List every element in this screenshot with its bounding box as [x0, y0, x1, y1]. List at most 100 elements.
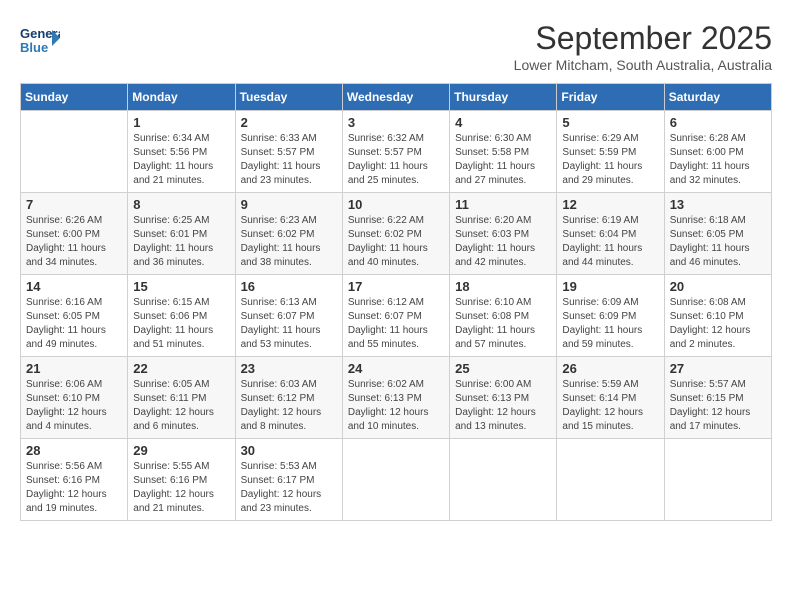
calendar-cell: 27 Sunrise: 5:57 AM Sunset: 6:15 PM Dayli…: [664, 357, 771, 439]
day-info: Sunrise: 6:22 AM Sunset: 6:02 PM Dayligh…: [348, 214, 444, 270]
col-header-monday: Monday: [128, 84, 235, 111]
calendar-cell: 26 Sunrise: 5:59 AM Sunset: 6:14 PM Dayli…: [557, 357, 664, 439]
day-number: 25: [455, 361, 551, 376]
day-number: 23: [241, 361, 337, 376]
day-number: 26: [562, 361, 658, 376]
calendar-cell: 14 Sunrise: 6:16 AM Sunset: 6:05 PM Dayli…: [21, 275, 128, 357]
col-header-sunday: Sunday: [21, 84, 128, 111]
day-info: Sunrise: 5:56 AM Sunset: 6:16 PM Dayligh…: [26, 460, 122, 516]
calendar-cell: 1 Sunrise: 6:34 AM Sunset: 5:56 PM Daylig…: [128, 111, 235, 193]
day-info: Sunrise: 5:55 AM Sunset: 6:16 PM Dayligh…: [133, 460, 229, 516]
day-info: Sunrise: 6:32 AM Sunset: 5:57 PM Dayligh…: [348, 132, 444, 188]
day-number: 1: [133, 115, 229, 130]
day-info: Sunrise: 6:28 AM Sunset: 6:00 PM Dayligh…: [670, 132, 766, 188]
col-header-tuesday: Tuesday: [235, 84, 342, 111]
day-info: Sunrise: 6:30 AM Sunset: 5:58 PM Dayligh…: [455, 132, 551, 188]
day-info: Sunrise: 6:05 AM Sunset: 6:11 PM Dayligh…: [133, 378, 229, 434]
day-info: Sunrise: 6:13 AM Sunset: 6:07 PM Dayligh…: [241, 296, 337, 352]
calendar-cell: 10 Sunrise: 6:22 AM Sunset: 6:02 PM Dayli…: [342, 193, 449, 275]
calendar-cell: 28 Sunrise: 5:56 AM Sunset: 6:16 PM Dayli…: [21, 439, 128, 521]
day-number: 7: [26, 197, 122, 212]
day-number: 16: [241, 279, 337, 294]
calendar-cell: 3 Sunrise: 6:32 AM Sunset: 5:57 PM Daylig…: [342, 111, 449, 193]
day-number: 5: [562, 115, 658, 130]
day-info: Sunrise: 6:20 AM Sunset: 6:03 PM Dayligh…: [455, 214, 551, 270]
day-number: 27: [670, 361, 766, 376]
calendar-cell: 7 Sunrise: 6:26 AM Sunset: 6:00 PM Daylig…: [21, 193, 128, 275]
calendar-cell: [664, 439, 771, 521]
day-info: Sunrise: 6:09 AM Sunset: 6:09 PM Dayligh…: [562, 296, 658, 352]
month-title: September 2025: [514, 20, 772, 57]
calendar-cell: 12 Sunrise: 6:19 AM Sunset: 6:04 PM Dayli…: [557, 193, 664, 275]
day-info: Sunrise: 6:12 AM Sunset: 6:07 PM Dayligh…: [348, 296, 444, 352]
day-info: Sunrise: 6:00 AM Sunset: 6:13 PM Dayligh…: [455, 378, 551, 434]
calendar-cell: 2 Sunrise: 6:33 AM Sunset: 5:57 PM Daylig…: [235, 111, 342, 193]
day-info: Sunrise: 5:53 AM Sunset: 6:17 PM Dayligh…: [241, 460, 337, 516]
day-info: Sunrise: 6:02 AM Sunset: 6:13 PM Dayligh…: [348, 378, 444, 434]
day-info: Sunrise: 6:19 AM Sunset: 6:04 PM Dayligh…: [562, 214, 658, 270]
col-header-thursday: Thursday: [450, 84, 557, 111]
calendar-cell: [21, 111, 128, 193]
day-info: Sunrise: 6:33 AM Sunset: 5:57 PM Dayligh…: [241, 132, 337, 188]
day-number: 15: [133, 279, 229, 294]
day-info: Sunrise: 6:23 AM Sunset: 6:02 PM Dayligh…: [241, 214, 337, 270]
calendar-cell: 19 Sunrise: 6:09 AM Sunset: 6:09 PM Dayli…: [557, 275, 664, 357]
calendar-cell: 15 Sunrise: 6:15 AM Sunset: 6:06 PM Dayli…: [128, 275, 235, 357]
day-info: Sunrise: 6:34 AM Sunset: 5:56 PM Dayligh…: [133, 132, 229, 188]
calendar-table: SundayMondayTuesdayWednesdayThursdayFrid…: [20, 83, 772, 521]
col-header-wednesday: Wednesday: [342, 84, 449, 111]
calendar-cell: 29 Sunrise: 5:55 AM Sunset: 6:16 PM Dayli…: [128, 439, 235, 521]
calendar-cell: 4 Sunrise: 6:30 AM Sunset: 5:58 PM Daylig…: [450, 111, 557, 193]
day-number: 28: [26, 443, 122, 458]
day-number: 13: [670, 197, 766, 212]
day-number: 22: [133, 361, 229, 376]
day-number: 20: [670, 279, 766, 294]
calendar-cell: 17Sunrise: 6:12 AM Sunset: 6:07 PM Dayli…: [342, 275, 449, 357]
day-number: 29: [133, 443, 229, 458]
calendar-cell: 20Sunrise: 6:08 AM Sunset: 6:10 PM Dayli…: [664, 275, 771, 357]
day-number: 3: [348, 115, 444, 130]
calendar-cell: 23Sunrise: 6:03 AM Sunset: 6:12 PM Dayli…: [235, 357, 342, 439]
day-number: 11: [455, 197, 551, 212]
day-number: 18: [455, 279, 551, 294]
day-info: Sunrise: 6:25 AM Sunset: 6:01 PM Dayligh…: [133, 214, 229, 270]
svg-text:Blue: Blue: [20, 40, 48, 55]
calendar-cell: [342, 439, 449, 521]
day-number: 8: [133, 197, 229, 212]
day-number: 9: [241, 197, 337, 212]
title-block: September 2025 Lower Mitcham, South Aust…: [514, 20, 772, 73]
day-number: 19: [562, 279, 658, 294]
location-subtitle: Lower Mitcham, South Australia, Australi…: [514, 57, 772, 73]
calendar-cell: 24Sunrise: 6:02 AM Sunset: 6:13 PM Dayli…: [342, 357, 449, 439]
day-number: 4: [455, 115, 551, 130]
calendar-cell: [450, 439, 557, 521]
calendar-cell: 6 Sunrise: 6:28 AM Sunset: 6:00 PM Daylig…: [664, 111, 771, 193]
day-number: 2: [241, 115, 337, 130]
calendar-cell: 22 Sunrise: 6:05 AM Sunset: 6:11 PM Dayli…: [128, 357, 235, 439]
calendar-cell: 5 Sunrise: 6:29 AM Sunset: 5:59 PM Daylig…: [557, 111, 664, 193]
calendar-cell: 11 Sunrise: 6:20 AM Sunset: 6:03 PM Dayli…: [450, 193, 557, 275]
day-number: 12: [562, 197, 658, 212]
calendar-cell: 13 Sunrise: 6:18 AM Sunset: 6:05 PM Dayli…: [664, 193, 771, 275]
day-number: 14: [26, 279, 122, 294]
day-info: Sunrise: 5:59 AM Sunset: 6:14 PM Dayligh…: [562, 378, 658, 434]
day-info: Sunrise: 5:57 AM Sunset: 6:15 PM Dayligh…: [670, 378, 766, 434]
calendar-cell: 30 Sunrise: 5:53 AM Sunset: 6:17 PM Dayli…: [235, 439, 342, 521]
page-header: General Blue September 2025 Lower Mitcha…: [20, 20, 772, 73]
calendar-cell: 9 Sunrise: 6:23 AM Sunset: 6:02 PM Daylig…: [235, 193, 342, 275]
calendar-cell: 8 Sunrise: 6:25 AM Sunset: 6:01 PM Daylig…: [128, 193, 235, 275]
day-number: 21: [26, 361, 122, 376]
calendar-cell: [557, 439, 664, 521]
col-header-friday: Friday: [557, 84, 664, 111]
day-number: 30: [241, 443, 337, 458]
col-header-saturday: Saturday: [664, 84, 771, 111]
day-info: Sunrise: 6:26 AM Sunset: 6:00 PM Dayligh…: [26, 214, 122, 270]
day-info: Sunrise: 6:06 AM Sunset: 6:10 PM Dayligh…: [26, 378, 122, 434]
day-info: Sunrise: 6:29 AM Sunset: 5:59 PM Dayligh…: [562, 132, 658, 188]
day-number: 6: [670, 115, 766, 130]
day-info: Sunrise: 6:16 AM Sunset: 6:05 PM Dayligh…: [26, 296, 122, 352]
day-number: 10: [348, 197, 444, 212]
day-info: Sunrise: 6:18 AM Sunset: 6:05 PM Dayligh…: [670, 214, 766, 270]
day-info: Sunrise: 6:15 AM Sunset: 6:06 PM Dayligh…: [133, 296, 229, 352]
calendar-cell: 16 Sunrise: 6:13 AM Sunset: 6:07 PM Dayli…: [235, 275, 342, 357]
